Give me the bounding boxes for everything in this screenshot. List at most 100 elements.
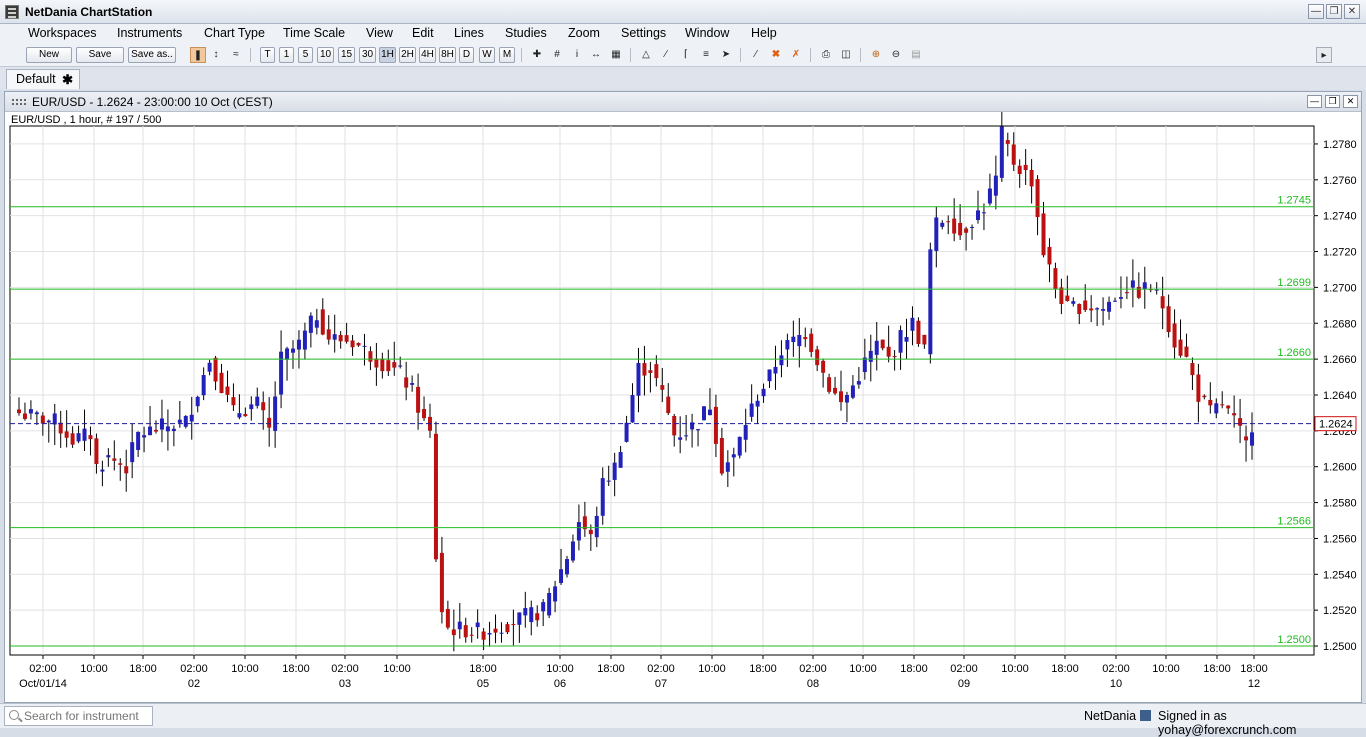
search-input[interactable]: [24, 709, 149, 723]
timescale-5m-button[interactable]: 5: [298, 47, 313, 63]
timescale-30m-button[interactable]: 30: [359, 47, 376, 63]
candle-body: [469, 634, 474, 636]
candle-body: [684, 435, 689, 437]
candle-body: [40, 415, 45, 424]
x-tick-label: 10:00: [1001, 663, 1029, 675]
crosshair-icon[interactable]: ✚: [529, 47, 545, 63]
candle-body: [999, 126, 1004, 178]
menu-help[interactable]: Help: [751, 26, 777, 40]
minimize-icon[interactable]: —: [1308, 4, 1324, 19]
x-tick-label: 02:00: [29, 663, 57, 675]
candle-body: [1035, 179, 1040, 218]
restore-icon[interactable]: ❐: [1326, 4, 1342, 19]
print-preview-icon[interactable]: ◫: [838, 47, 854, 63]
candle-body: [1214, 403, 1219, 414]
menu-instruments[interactable]: Instruments: [117, 26, 182, 40]
candle-body: [1238, 418, 1243, 426]
close-icon[interactable]: ✕: [1343, 95, 1358, 108]
candle-body: [761, 388, 766, 397]
panel-toggle-icon[interactable]: ▸: [1316, 47, 1332, 63]
close-icon[interactable]: ✱: [62, 72, 73, 88]
menu-lines[interactable]: Lines: [454, 26, 484, 40]
chart-canvas[interactable]: 1.2780 1.2760 1.2740 1.2720 1.2700 1.2680 1.26…: [5, 92, 1361, 702]
timescale-1h-button[interactable]: 1H: [379, 47, 396, 63]
timescale-4h-button[interactable]: 4H: [419, 47, 436, 63]
timescale-2h-button[interactable]: 2H: [399, 47, 416, 63]
zoom-in-icon[interactable]: ⊕: [868, 47, 884, 63]
cursor-icon[interactable]: ➤: [718, 47, 734, 63]
trendline-icon[interactable]: ∕: [658, 47, 674, 63]
new-button[interactable]: New: [26, 47, 72, 63]
candle-body: [433, 433, 438, 560]
zoom-out-icon[interactable]: ⊖: [888, 47, 904, 63]
timescale-15m-button[interactable]: 15: [338, 47, 355, 63]
delete-studies-icon[interactable]: ✗: [788, 47, 804, 63]
candle-body: [314, 320, 319, 328]
menu-view[interactable]: View: [366, 26, 393, 40]
fibonacci-icon[interactable]: ⌈: [678, 47, 694, 63]
candle-body: [570, 541, 575, 561]
candle-body: [886, 346, 891, 357]
chart-window-icon: [12, 99, 26, 105]
close-icon[interactable]: ✕: [1344, 4, 1360, 19]
candle-body: [743, 425, 748, 440]
y-tick-label: 1.2540: [1323, 569, 1357, 581]
candle-body: [344, 335, 349, 342]
save-button[interactable]: Save: [76, 47, 124, 63]
x-date-label: Oct/01/14: [19, 678, 67, 690]
draw-line-icon[interactable]: ⁄: [748, 47, 764, 63]
candlestick-chart-icon[interactable]: ❚: [190, 47, 206, 63]
bell-alert-icon[interactable]: △: [638, 47, 654, 63]
timescale-10m-button[interactable]: 10: [317, 47, 334, 63]
candle-body: [594, 515, 599, 538]
toolbar-separator: [810, 48, 811, 62]
candle-body: [255, 396, 260, 406]
candle-body: [249, 404, 254, 410]
level-label: 1.2500: [1277, 634, 1311, 646]
levels-icon[interactable]: ≡: [698, 47, 714, 63]
timescale-day-button[interactable]: D: [459, 47, 474, 63]
candle-body: [392, 362, 397, 368]
app-title: NetDania ChartStation: [25, 5, 153, 19]
timescale-month-button[interactable]: M: [499, 47, 515, 63]
info-icon[interactable]: i: [569, 47, 585, 63]
zoom-reset-icon[interactable]: ▤: [908, 47, 924, 63]
candle-body: [993, 175, 998, 196]
candle-body: [207, 362, 212, 372]
instrument-search-box[interactable]: [4, 706, 153, 726]
print-icon[interactable]: ⎙: [818, 47, 834, 63]
menu-edit[interactable]: Edit: [412, 26, 434, 40]
candle-body: [279, 351, 284, 395]
restore-icon[interactable]: ❐: [1325, 95, 1340, 108]
menu-window[interactable]: Window: [685, 26, 729, 40]
menu-chart-type[interactable]: Chart Type: [204, 26, 265, 40]
candle-body: [529, 607, 534, 623]
candle-body: [773, 366, 778, 374]
line-chart-icon[interactable]: ≈: [228, 47, 244, 63]
candle-body: [1232, 413, 1237, 416]
scroll-both-icon[interactable]: ↔: [588, 47, 604, 63]
candle-body: [374, 358, 379, 368]
menu-settings[interactable]: Settings: [621, 26, 666, 40]
x-date-label: 02: [188, 678, 200, 690]
bar-chart-icon[interactable]: ↕: [208, 47, 224, 63]
timescale-tick-button[interactable]: T: [260, 47, 275, 63]
candle-body: [273, 396, 278, 431]
timescale-1m-button[interactable]: 1: [279, 47, 294, 63]
timescale-8h-button[interactable]: 8H: [439, 47, 456, 63]
volume-icon[interactable]: ▦: [608, 47, 624, 63]
menu-workspaces[interactable]: Workspaces: [28, 26, 97, 40]
timescale-week-button[interactable]: W: [479, 47, 495, 63]
menu-time-scale[interactable]: Time Scale: [283, 26, 345, 40]
menu-studies[interactable]: Studies: [505, 26, 547, 40]
grid-icon[interactable]: #: [549, 47, 565, 63]
candle-body: [1107, 301, 1112, 312]
candle-body: [1160, 296, 1165, 309]
menu-zoom[interactable]: Zoom: [568, 26, 600, 40]
tab-default[interactable]: Default ✱: [6, 69, 80, 89]
candle-body: [76, 433, 81, 442]
delete-lines-icon[interactable]: ✖: [768, 47, 784, 63]
minimize-icon[interactable]: —: [1307, 95, 1322, 108]
save-as-button[interactable]: Save as..: [128, 47, 176, 63]
x-tick-label: 02:00: [799, 663, 827, 675]
